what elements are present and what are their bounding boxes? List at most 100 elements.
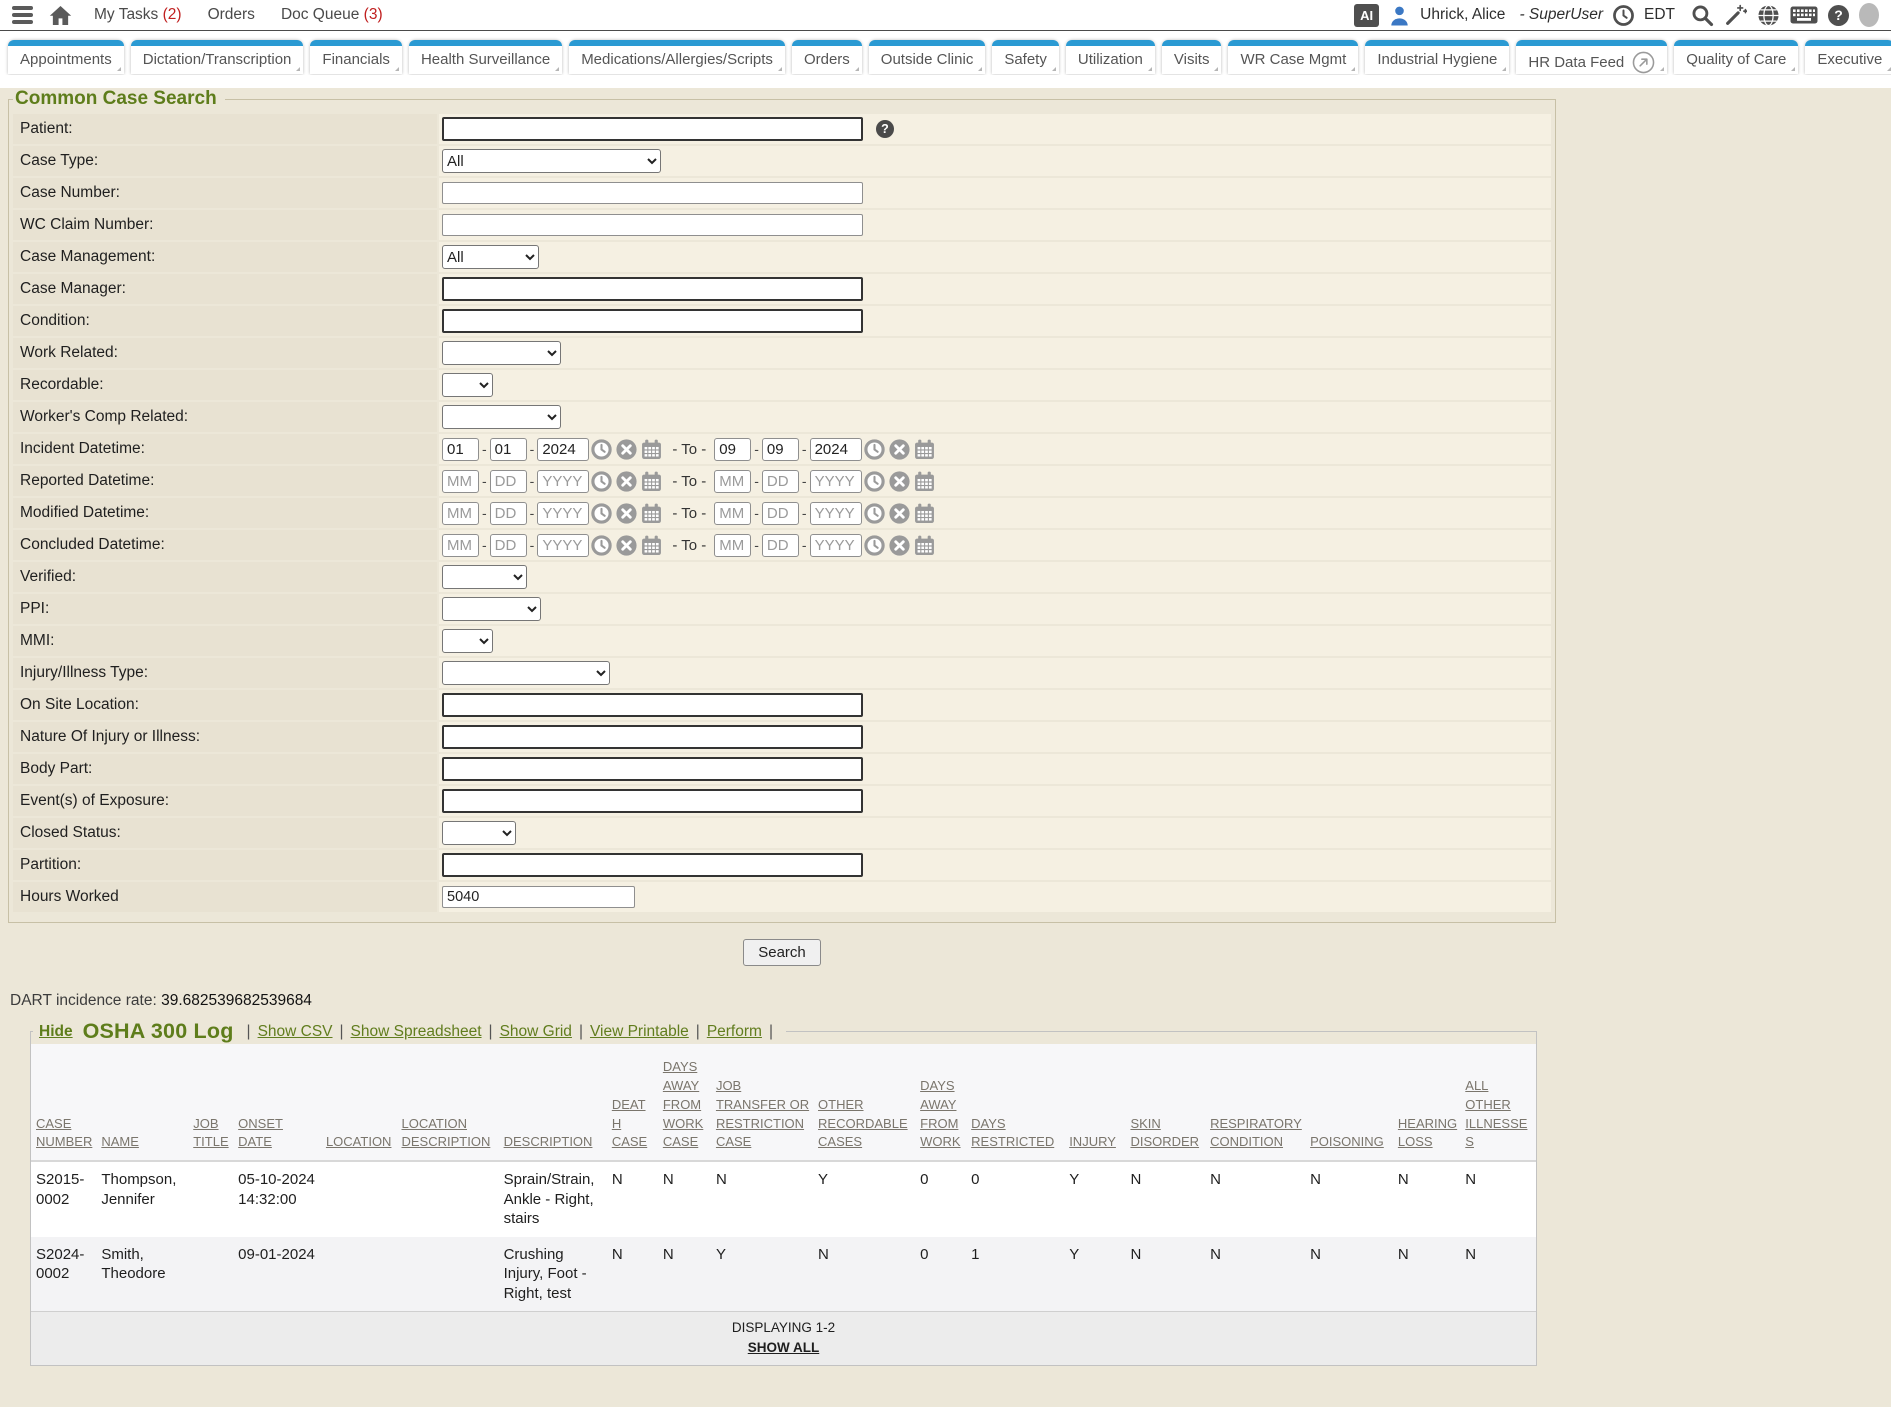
column-header-days-away-from-work-case[interactable]: DAYS AWAY FROM WORK CASE	[658, 1044, 711, 1161]
tab-appointments[interactable]: Appointments	[8, 40, 124, 74]
globe-icon[interactable]	[1757, 4, 1780, 27]
reported-datetime-to-yyyy-input[interactable]	[810, 470, 862, 493]
concluded-datetime-from-clear-icon[interactable]	[616, 535, 637, 556]
verified-select[interactable]	[442, 565, 527, 589]
case-management-select[interactable]: All	[442, 245, 539, 269]
concluded-datetime-to-clear-icon[interactable]	[889, 535, 910, 556]
injury-illness-type-select[interactable]	[442, 661, 610, 685]
patient-input[interactable]	[442, 117, 863, 141]
concluded-datetime-to-time-icon[interactable]	[864, 535, 885, 556]
modified-datetime-from-time-icon[interactable]	[591, 503, 612, 524]
case-manager-input[interactable]	[442, 277, 863, 301]
clock-icon[interactable]	[1613, 5, 1634, 26]
incident-datetime-from-clear-icon[interactable]	[616, 439, 637, 460]
recordable-select[interactable]	[442, 373, 493, 397]
column-header-name[interactable]: NAME	[96, 1044, 188, 1161]
modified-datetime-to-clear-icon[interactable]	[889, 503, 910, 524]
incident-datetime-from-dd-input[interactable]	[490, 438, 527, 461]
column-header-case-number[interactable]: CASE NUMBER	[31, 1044, 96, 1161]
column-header-respiratory-condition[interactable]: RESPIRATORY CONDITION	[1205, 1044, 1305, 1161]
osha-link-show-spreadsheet[interactable]: Show Spreadsheet	[351, 1023, 482, 1040]
column-header-days-away-from-work[interactable]: DAYS AWAY FROM WORK	[915, 1044, 966, 1161]
hide-link[interactable]: Hide	[39, 1023, 73, 1041]
wc-claim-number-input[interactable]	[442, 214, 863, 236]
incident-datetime-from-mm-input[interactable]	[442, 438, 479, 461]
work-related-select[interactable]	[442, 341, 561, 365]
worker-s-comp-related-select[interactable]	[442, 405, 561, 429]
tab-safety[interactable]: Safety	[992, 40, 1059, 74]
tab-outside-clinic[interactable]: Outside Clinic	[869, 40, 986, 74]
modified-datetime-from-yyyy-input[interactable]	[537, 502, 589, 525]
column-header-death-case[interactable]: DEATH CASE	[607, 1044, 658, 1161]
tab-hr-data-feed[interactable]: HR Data Feed	[1516, 40, 1667, 74]
menu-icon[interactable]	[12, 6, 33, 24]
partition-input[interactable]	[442, 853, 863, 877]
concluded-datetime-from-calendar-icon[interactable]	[641, 535, 662, 556]
modified-datetime-to-calendar-icon[interactable]	[914, 503, 935, 524]
ppi-select[interactable]	[442, 597, 541, 621]
modified-datetime-to-dd-input[interactable]	[762, 502, 799, 525]
tab-orders[interactable]: Orders	[792, 40, 862, 74]
reported-datetime-to-calendar-icon[interactable]	[914, 471, 935, 492]
tab-health-surveillance[interactable]: Health Surveillance	[409, 40, 562, 74]
on-site-location-input[interactable]	[442, 693, 863, 717]
ai-badge[interactable]: AI	[1354, 4, 1379, 27]
tab-utilization[interactable]: Utilization	[1066, 40, 1155, 74]
search-icon[interactable]	[1691, 4, 1714, 27]
reported-datetime-from-calendar-icon[interactable]	[641, 471, 662, 492]
column-header-job-transfer-or-restriction-case[interactable]: JOB TRANSFER OR RESTRICTION CASE	[711, 1044, 813, 1161]
nav-orders[interactable]: Orders	[208, 6, 255, 24]
reported-datetime-from-clear-icon[interactable]	[616, 471, 637, 492]
table-row[interactable]: S2015-0002Thompson, Jennifer05-10-2024 1…	[31, 1161, 1536, 1237]
reported-datetime-to-mm-input[interactable]	[714, 470, 751, 493]
osha-link-show-grid[interactable]: Show Grid	[500, 1023, 572, 1040]
hours-worked-input[interactable]	[442, 886, 635, 908]
column-header-location[interactable]: LOCATION	[321, 1044, 397, 1161]
modified-datetime-to-time-icon[interactable]	[864, 503, 885, 524]
body-part-input[interactable]	[442, 757, 863, 781]
incident-datetime-to-calendar-icon[interactable]	[914, 439, 935, 460]
condition-input[interactable]	[442, 309, 863, 333]
modified-datetime-from-dd-input[interactable]	[490, 502, 527, 525]
tab-executive[interactable]: Executive	[1805, 40, 1891, 74]
home-icon[interactable]	[49, 5, 72, 26]
tab-dictation-transcription[interactable]: Dictation/Transcription	[131, 40, 304, 74]
concluded-datetime-to-mm-input[interactable]	[714, 534, 751, 557]
tab-medications-allergies-scripts[interactable]: Medications/Allergies/Scripts	[569, 40, 785, 74]
event-s-of-exposure-input[interactable]	[442, 789, 863, 813]
reported-datetime-from-mm-input[interactable]	[442, 470, 479, 493]
column-header-description[interactable]: DESCRIPTION	[499, 1044, 607, 1161]
column-header-skin-disorder[interactable]: SKIN DISORDER	[1125, 1044, 1205, 1161]
nav-doc-queue[interactable]: Doc Queue (3)	[281, 6, 383, 24]
reported-datetime-from-yyyy-input[interactable]	[537, 470, 589, 493]
incident-datetime-to-yyyy-input[interactable]	[810, 438, 862, 461]
keyboard-icon[interactable]	[1790, 6, 1818, 24]
concluded-datetime-from-mm-input[interactable]	[442, 534, 479, 557]
osha-link-view-printable[interactable]: View Printable	[590, 1023, 689, 1040]
tab-wr-case-mgmt[interactable]: WR Case Mgmt	[1228, 40, 1358, 74]
modified-datetime-from-calendar-icon[interactable]	[641, 503, 662, 524]
concluded-datetime-to-yyyy-input[interactable]	[810, 534, 862, 557]
user-icon[interactable]	[1389, 5, 1410, 26]
field-help-icon[interactable]: ?	[876, 120, 894, 138]
case-number-input[interactable]	[442, 182, 863, 204]
concluded-datetime-from-dd-input[interactable]	[490, 534, 527, 557]
column-header-location-description[interactable]: LOCATION DESCRIPTION	[397, 1044, 499, 1161]
column-header-injury[interactable]: INJURY	[1064, 1044, 1125, 1161]
column-header-other-recordable-cases[interactable]: OTHER RECORDABLE CASES	[813, 1044, 915, 1161]
concluded-datetime-to-calendar-icon[interactable]	[914, 535, 935, 556]
modified-datetime-from-clear-icon[interactable]	[616, 503, 637, 524]
reported-datetime-to-dd-input[interactable]	[762, 470, 799, 493]
incident-datetime-from-yyyy-input[interactable]	[537, 438, 589, 461]
modified-datetime-to-mm-input[interactable]	[714, 502, 751, 525]
help-icon[interactable]: ?	[1828, 5, 1849, 26]
table-row[interactable]: S2024-0002Smith, Theodore09-01-2024Crush…	[31, 1237, 1536, 1312]
nav-my-tasks[interactable]: My Tasks (2)	[94, 6, 182, 24]
incident-datetime-from-time-icon[interactable]	[591, 439, 612, 460]
column-header-days-restricted[interactable]: DAYS RESTRICTED	[966, 1044, 1064, 1161]
show-all-link[interactable]: SHOW ALL	[748, 1340, 820, 1355]
modified-datetime-to-yyyy-input[interactable]	[810, 502, 862, 525]
column-header-job-title[interactable]: JOB TITLE	[188, 1044, 233, 1161]
tab-visits[interactable]: Visits	[1162, 40, 1222, 74]
concluded-datetime-from-yyyy-input[interactable]	[537, 534, 589, 557]
